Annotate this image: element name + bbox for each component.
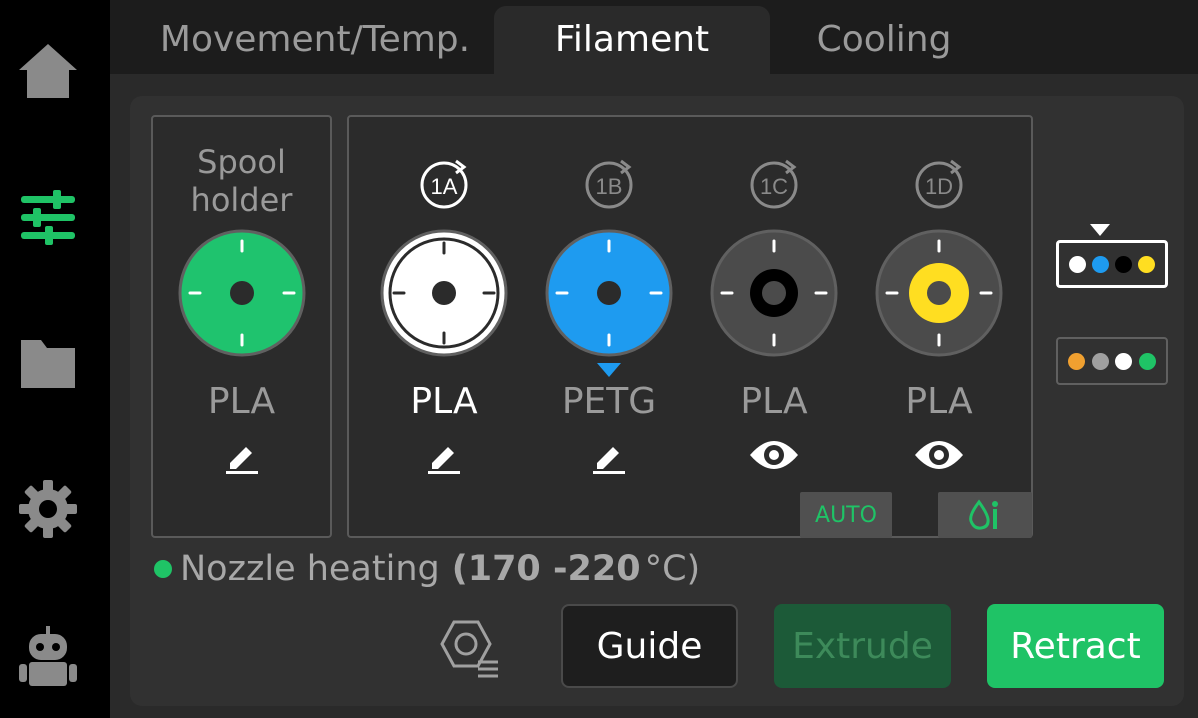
slot-1c-material: PLA xyxy=(740,381,808,422)
slot-id-badge: 1D xyxy=(915,159,963,209)
tab-filament[interactable]: Filament xyxy=(494,6,770,74)
slot-id-badge: 1C xyxy=(750,159,798,209)
sidebar-item-home[interactable] xyxy=(15,36,81,102)
tab-bar: Movement/Temp. Filament Cooling xyxy=(110,0,1198,74)
spool-holder-title-line1: Spool xyxy=(197,143,286,181)
unit-color-dot xyxy=(1115,352,1133,370)
spool-holder-spool[interactable] xyxy=(178,229,306,357)
tab-cooling[interactable]: Cooling xyxy=(790,6,978,74)
status-dot xyxy=(154,560,172,578)
sidebar-item-assistant[interactable] xyxy=(15,624,81,690)
unit-color-dot xyxy=(1091,352,1109,370)
svg-text:1B: 1B xyxy=(596,174,623,199)
ams-slot-1c[interactable]: 1C PLA xyxy=(699,117,849,540)
unit-selected-indicator-icon xyxy=(1090,224,1110,236)
eye-icon xyxy=(915,441,963,469)
slot-1a-edit-button[interactable] xyxy=(369,439,519,475)
ams-slot-1b[interactable]: 1B PETG xyxy=(534,117,684,540)
status-text: Nozzle heating xyxy=(180,549,440,589)
ams-panel: 1A PLA 1B PETG 1C PLA 1D PLA AUTO xyxy=(347,115,1033,538)
nozzle-button[interactable] xyxy=(436,614,504,680)
svg-text:1C: 1C xyxy=(760,174,788,199)
home-icon xyxy=(19,44,77,98)
spool-holder-panel: Spool holder PLA xyxy=(151,115,332,538)
selected-indicator-icon xyxy=(597,363,621,377)
edit-icon xyxy=(225,447,258,474)
sidebar-item-controls[interactable] xyxy=(15,184,81,250)
spool-1c xyxy=(710,229,838,357)
guide-button[interactable]: Guide xyxy=(561,604,738,688)
gear-icon xyxy=(19,480,77,538)
ams-unit-2-selector[interactable] xyxy=(1056,337,1168,385)
ams-slot-1d[interactable]: 1D PLA xyxy=(864,117,1014,540)
unit-color-dot xyxy=(1138,352,1156,370)
nozzle-icon xyxy=(440,620,498,678)
slot-1b-edit-button[interactable] xyxy=(534,439,684,475)
svg-text:1D: 1D xyxy=(925,174,953,199)
spool-holder-material: PLA xyxy=(207,381,276,422)
slot-id-badge: 1B xyxy=(585,159,633,209)
slot-1b-material: PETG xyxy=(561,381,657,422)
svg-text:1A: 1A xyxy=(431,174,458,199)
sliders-icon xyxy=(21,190,75,245)
unit-color-dot xyxy=(1068,352,1086,370)
edit-icon xyxy=(593,447,625,474)
eye-icon xyxy=(750,441,798,469)
slot-1d-material: PLA xyxy=(905,381,973,422)
spool-holder-title-line2: holder xyxy=(190,181,293,219)
status-temp-range: (170 -220 xyxy=(451,549,641,589)
slot-id-badge: 1A xyxy=(420,159,468,209)
slot-1d-view-button[interactable] xyxy=(864,435,1014,475)
extrude-button[interactable]: Extrude xyxy=(774,604,951,688)
status-temp-unit: °C) xyxy=(644,549,701,589)
unit-color-dot xyxy=(1092,255,1109,273)
nozzle-status: Nozzle heating (170 -220 °C) xyxy=(154,544,700,594)
sidebar-item-files[interactable] xyxy=(15,330,81,396)
folder-icon xyxy=(21,340,75,388)
spool-holder-edit-button[interactable] xyxy=(153,439,330,475)
humidity-icon xyxy=(969,499,998,530)
unit-color-dot xyxy=(1138,255,1155,273)
auto-badge[interactable]: AUTO xyxy=(800,492,892,538)
ams-unit-1-selector[interactable] xyxy=(1056,240,1168,288)
tab-movement-temp[interactable]: Movement/Temp. xyxy=(150,6,480,74)
sidebar-item-settings[interactable] xyxy=(15,476,81,542)
retract-button[interactable]: Retract xyxy=(987,604,1164,688)
ams-slot-1a[interactable]: 1A PLA xyxy=(369,117,519,540)
unit-color-dot xyxy=(1115,255,1132,273)
slot-1c-view-button[interactable] xyxy=(699,435,849,475)
drying-button[interactable] xyxy=(938,492,1032,538)
robot-icon xyxy=(19,626,77,686)
spool-1d xyxy=(875,229,1003,357)
edit-icon xyxy=(428,447,460,474)
spool-1b xyxy=(545,229,673,357)
spool-1a xyxy=(380,229,508,357)
slot-1a-material: PLA xyxy=(410,381,478,422)
sidebar xyxy=(0,0,110,718)
unit-color-dot xyxy=(1069,255,1086,273)
